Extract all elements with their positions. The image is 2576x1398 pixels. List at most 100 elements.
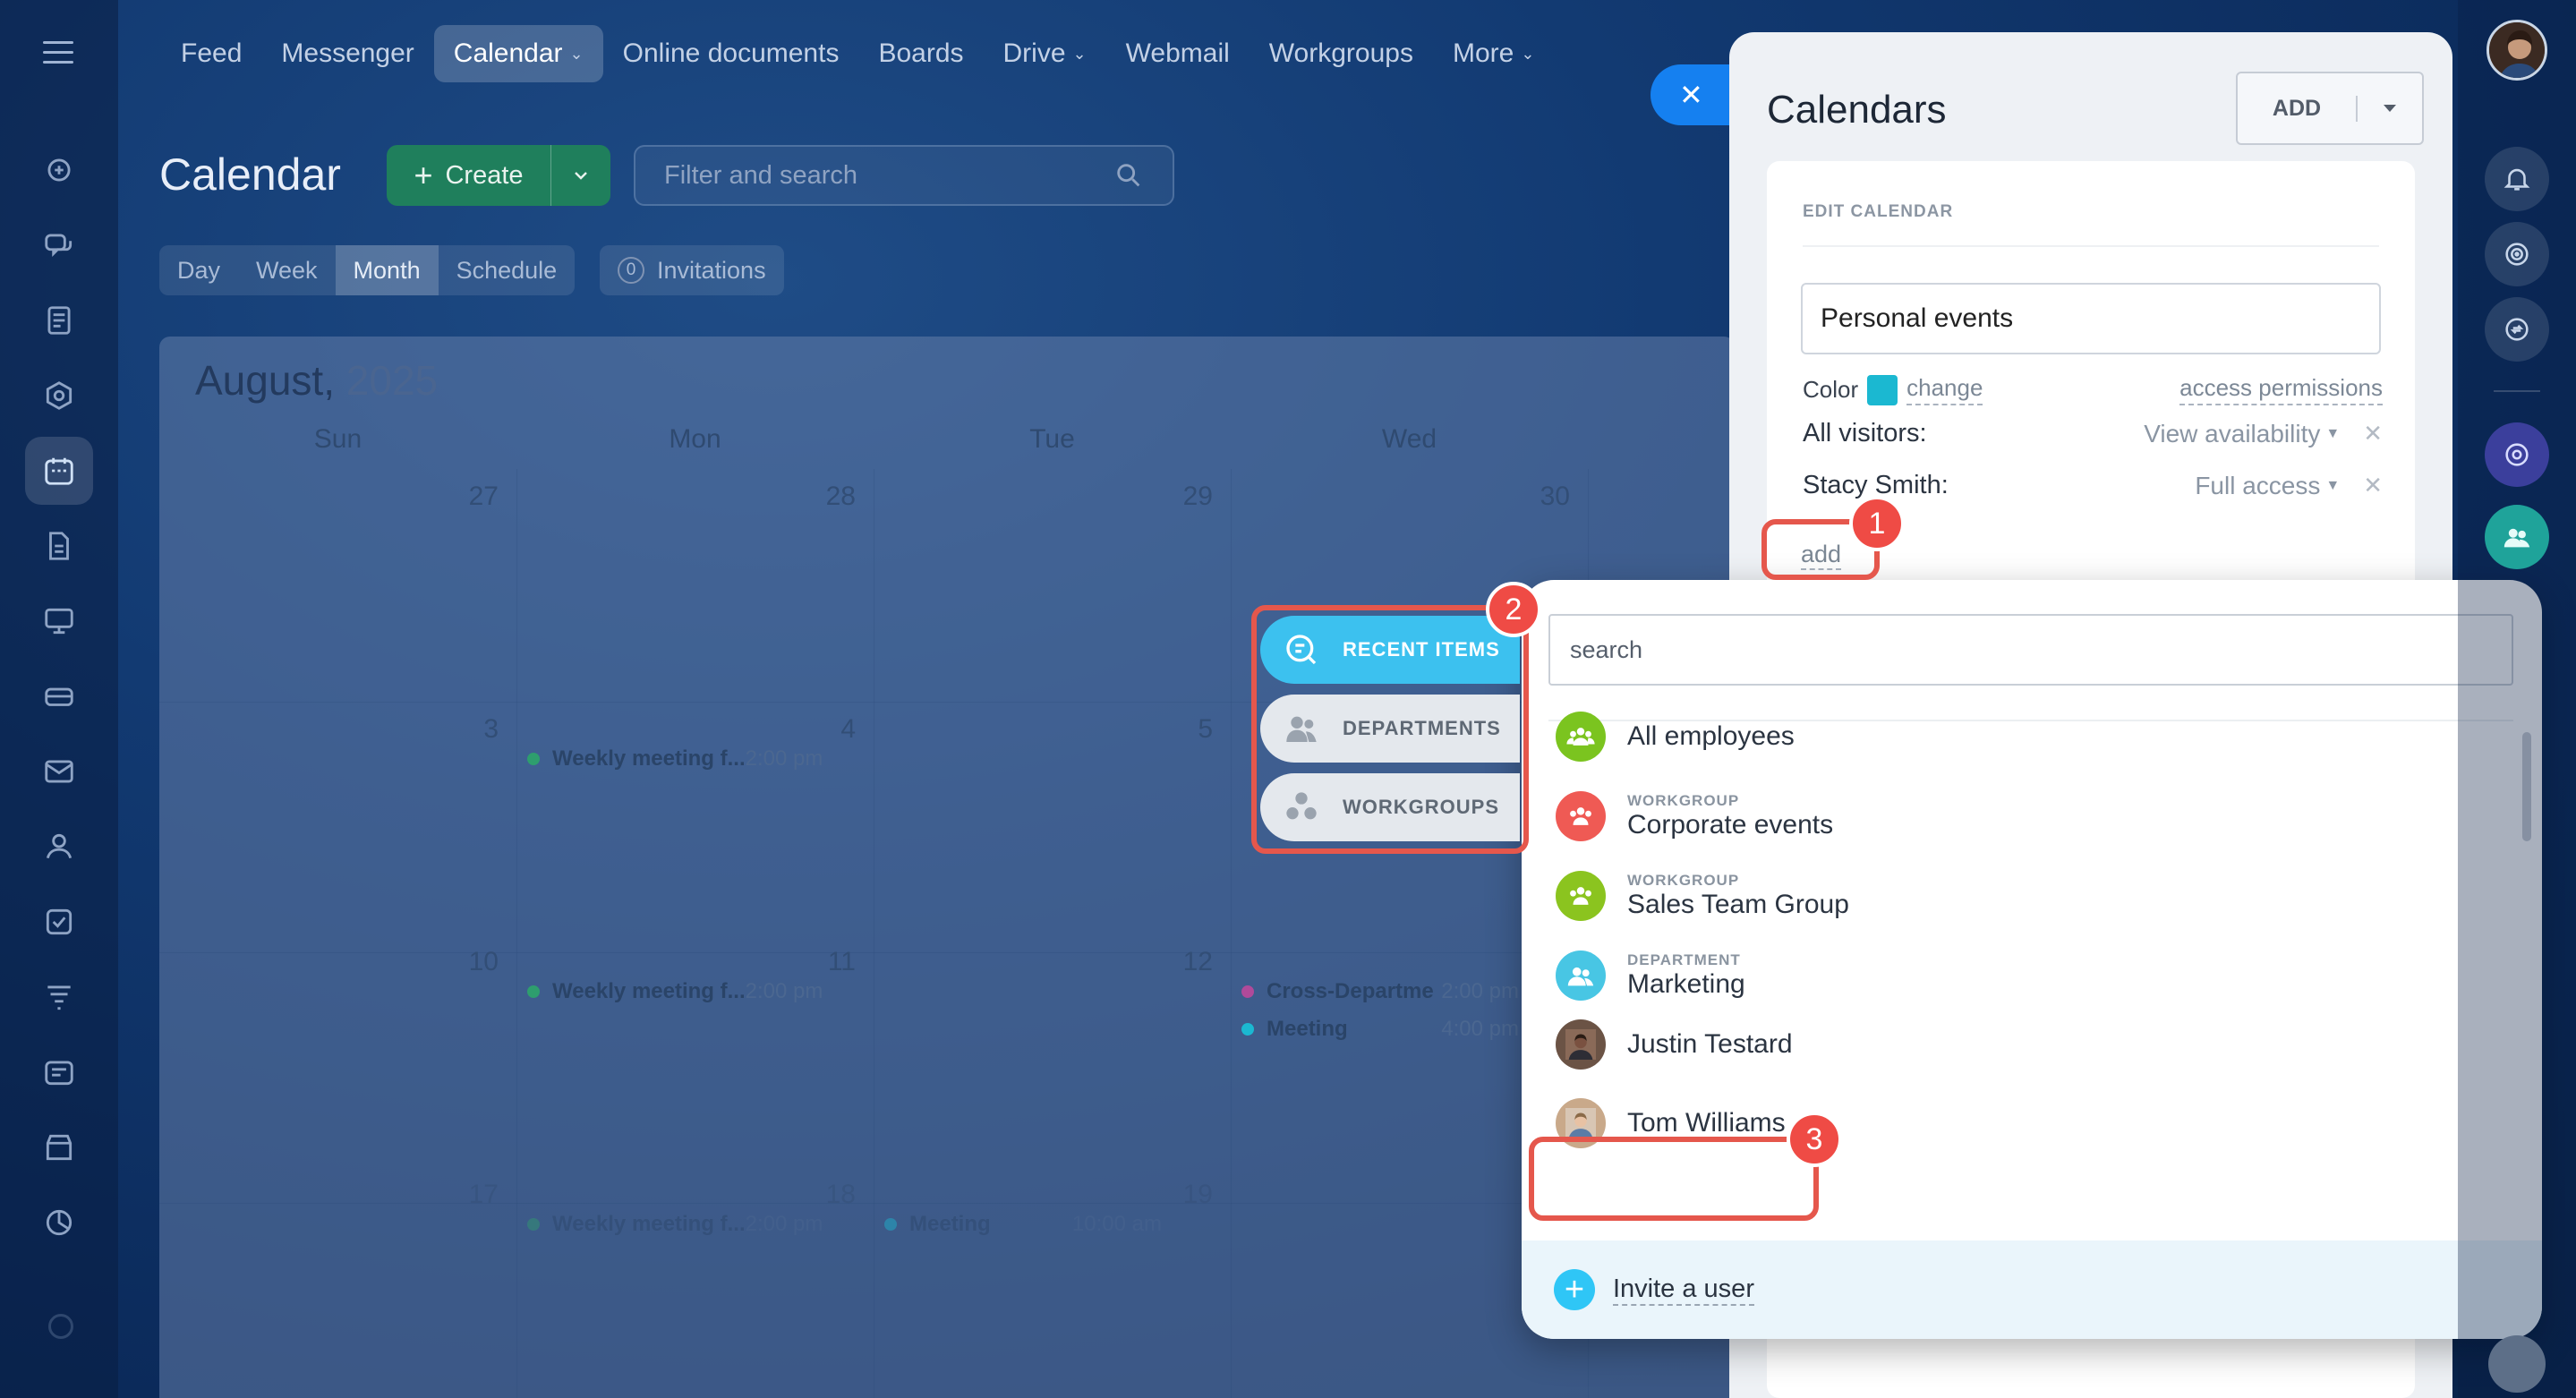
nav-item-drive[interactable]: Drive ⌄ bbox=[984, 25, 1106, 82]
invite-user-row[interactable]: + Invite a user bbox=[1522, 1240, 2542, 1339]
color-swatch[interactable] bbox=[1867, 374, 1898, 405]
selector-item-text: Justin Testard bbox=[1627, 1029, 1793, 1060]
calendar-icon[interactable] bbox=[25, 437, 93, 505]
create-label: Create bbox=[445, 160, 524, 190]
view-day[interactable]: Day bbox=[159, 245, 238, 295]
group-chat-icon[interactable] bbox=[2485, 505, 2549, 569]
nav-item-calendar[interactable]: Calendar ⌄ bbox=[433, 25, 603, 82]
selector-item-marketing[interactable]: DEPARTMENT Marketing bbox=[1556, 944, 1745, 1007]
view-week[interactable]: Week bbox=[238, 245, 336, 295]
notifications-icon[interactable] bbox=[2485, 147, 2549, 211]
selector-item-all-employees[interactable]: All employees bbox=[1556, 705, 1795, 768]
schedule-icon[interactable] bbox=[25, 1038, 93, 1106]
nav-item-more[interactable]: More ⌄ bbox=[1433, 25, 1554, 82]
event-color-dot bbox=[884, 1218, 897, 1231]
permission-level-select[interactable]: View availability ▼ bbox=[2144, 420, 2340, 448]
grid-line bbox=[516, 469, 517, 1398]
sync-chat-icon[interactable] bbox=[2485, 297, 2549, 362]
nav-item-online-documents[interactable]: Online documents bbox=[603, 25, 859, 82]
event-color-dot bbox=[1241, 985, 1254, 998]
event-color-dot bbox=[527, 753, 540, 765]
file-icon[interactable] bbox=[25, 512, 93, 580]
item-type: WORKGROUP bbox=[1627, 872, 1740, 889]
selector-item-sales-team-group[interactable]: WORKGROUP Sales Team Group bbox=[1556, 865, 1849, 927]
chevron-down-icon: ⌄ bbox=[1072, 44, 1087, 63]
funnel-icon[interactable] bbox=[25, 963, 93, 1031]
boards-icon[interactable] bbox=[25, 587, 93, 655]
day-number[interactable]: 4 bbox=[802, 714, 856, 745]
calendar-event[interactable]: Cross-Departme 2:00 pm bbox=[1241, 979, 1546, 1004]
calendar-event[interactable]: Weekly meeting f... 2:00 pm bbox=[527, 746, 832, 771]
create-main-button[interactable]: + Create bbox=[387, 145, 551, 206]
calendar-event[interactable]: Meeting 4:00 pm bbox=[1241, 1017, 1546, 1042]
permission-level-select[interactable]: Full access ▼ bbox=[2195, 472, 2340, 500]
change-color-link[interactable]: change bbox=[1906, 374, 1983, 405]
calendar-grid: August, 2025 Sun Mon Tue Wed 27 28 29 30 3 4 5 10 1… bbox=[159, 337, 1735, 1398]
day-number[interactable]: 17 bbox=[445, 1180, 499, 1210]
search-icon[interactable] bbox=[1113, 160, 1144, 191]
day-number[interactable]: 19 bbox=[1159, 1180, 1213, 1210]
add-dropdown-button[interactable] bbox=[2358, 103, 2422, 114]
divider bbox=[1803, 245, 2379, 247]
calendar-event[interactable]: Meeting 10:00 am bbox=[884, 1212, 1189, 1237]
documents-icon[interactable] bbox=[25, 286, 93, 354]
nav-item-workgroups[interactable]: Workgroups bbox=[1250, 25, 1433, 82]
remove-permission-icon[interactable]: ✕ bbox=[2363, 420, 2383, 448]
remove-permission-icon[interactable]: ✕ bbox=[2363, 472, 2383, 499]
more-apps-icon[interactable] bbox=[48, 1314, 73, 1339]
menu-icon[interactable] bbox=[43, 41, 73, 64]
create-dropdown-button[interactable] bbox=[551, 165, 610, 186]
day-number[interactable]: 11 bbox=[802, 947, 856, 977]
day-number[interactable]: 30 bbox=[1516, 482, 1570, 512]
chevron-down-icon: ⌄ bbox=[569, 44, 584, 63]
view-month[interactable]: Month bbox=[335, 245, 439, 295]
day-number[interactable]: 18 bbox=[802, 1180, 856, 1210]
day-number[interactable]: 10 bbox=[445, 947, 499, 977]
nav-item-feed[interactable]: Feed bbox=[161, 25, 261, 82]
add-calendar-button[interactable]: ADD bbox=[2236, 72, 2424, 145]
event-title: Cross-Departme bbox=[1267, 979, 1434, 1003]
permission-row: All visitors: View availability ▼ ✕ bbox=[1803, 419, 2383, 448]
chat-icon[interactable] bbox=[25, 211, 93, 279]
contacts-icon[interactable] bbox=[25, 813, 93, 881]
invitations-button[interactable]: 0 Invitations bbox=[600, 245, 784, 295]
filter-search-input[interactable]: Filter and search bbox=[634, 145, 1174, 206]
permission-level: Full access bbox=[2195, 471, 2321, 499]
feed-icon[interactable] bbox=[25, 136, 93, 204]
user-avatar[interactable] bbox=[2486, 20, 2547, 81]
day-number[interactable]: 3 bbox=[445, 714, 499, 745]
contact-avatar[interactable] bbox=[2488, 1335, 2546, 1393]
selector-item-corporate-events[interactable]: WORKGROUP Corporate events bbox=[1556, 785, 1833, 848]
calendar-event[interactable]: Weekly meeting f... 2:00 pm bbox=[527, 1212, 832, 1237]
item-name: Marketing bbox=[1627, 969, 1745, 999]
tasks-icon[interactable] bbox=[25, 888, 93, 956]
chevron-down-icon bbox=[575, 172, 587, 180]
drive-icon[interactable] bbox=[25, 662, 93, 730]
create-button[interactable]: + Create bbox=[387, 145, 610, 206]
analytics-icon[interactable] bbox=[25, 1189, 93, 1257]
day-number[interactable]: 29 bbox=[1159, 482, 1213, 512]
mail-icon[interactable] bbox=[25, 737, 93, 806]
view-schedule[interactable]: Schedule bbox=[439, 245, 576, 295]
day-number[interactable]: 12 bbox=[1159, 947, 1213, 977]
open-channel-icon[interactable] bbox=[2485, 422, 2549, 487]
calendar-event[interactable]: Weekly meeting f... 2:00 pm bbox=[527, 979, 832, 1004]
top-navigation: Feed Messenger Calendar ⌄ Online documents Bo… bbox=[161, 20, 1554, 88]
selector-search-input[interactable]: search bbox=[1548, 614, 2513, 686]
invitations-label: Invitations bbox=[657, 256, 766, 284]
day-number[interactable]: 27 bbox=[445, 482, 499, 512]
day-number[interactable]: 5 bbox=[1159, 714, 1213, 745]
calendar-name-input[interactable]: Personal events bbox=[1801, 283, 2381, 354]
selector-item-justin-testard[interactable]: Justin Testard bbox=[1556, 1013, 1793, 1076]
nav-item-messenger[interactable]: Messenger bbox=[261, 25, 433, 82]
settings-hex-icon[interactable] bbox=[25, 362, 93, 430]
nav-item-boards[interactable]: Boards bbox=[858, 25, 983, 82]
item-name: Sales Team Group bbox=[1627, 890, 1849, 919]
search-placeholder: Filter and search bbox=[664, 160, 857, 190]
copilot-icon[interactable] bbox=[2485, 222, 2549, 286]
day-number[interactable]: 28 bbox=[802, 482, 856, 512]
store-icon[interactable] bbox=[25, 1113, 93, 1181]
nav-item-webmail[interactable]: Webmail bbox=[1106, 25, 1250, 82]
invite-user-link[interactable]: Invite a user bbox=[1613, 1274, 1754, 1306]
access-permissions-link[interactable]: access permissions bbox=[2179, 374, 2383, 405]
